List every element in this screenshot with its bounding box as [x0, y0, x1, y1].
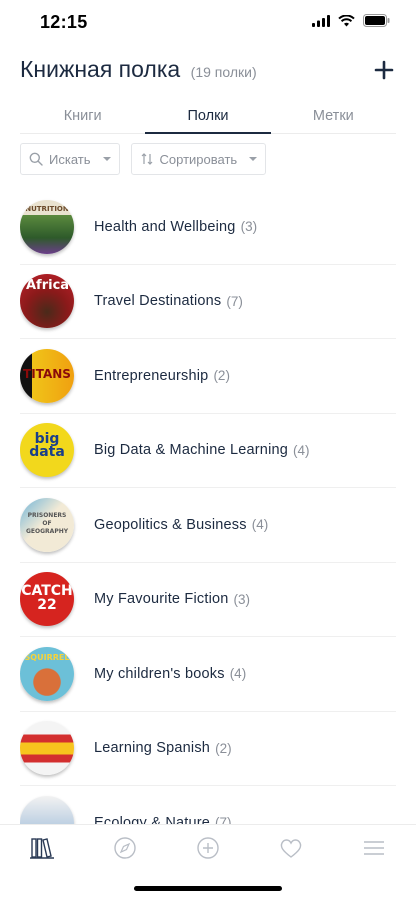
page-title: Книжная полка — [20, 56, 181, 82]
shelf-row[interactable]: TITANS Entrepreneurship (2) — [20, 339, 396, 414]
chevron-down-icon — [102, 157, 111, 161]
shelf-name: My Favourite Fiction — [94, 591, 229, 608]
add-shelf-button[interactable] — [372, 58, 396, 82]
cover-title: Africa — [26, 278, 70, 294]
shelf-row[interactable]: big data Big Data & Machine Learning (4) — [20, 414, 396, 488]
shelf-name: Entrepreneurship — [94, 367, 209, 384]
shelf-row[interactable]: NUTRITION Health and Wellbeing (3) — [20, 190, 396, 265]
shelf-book-count: (2) — [213, 368, 230, 384]
shelf-list: NUTRITION Health and Wellbeing (3) Afric… — [20, 190, 396, 824]
wifi-icon — [338, 14, 355, 26]
shelf-name: Ecology & Nature — [94, 814, 211, 824]
page-header: Книжная полка (19 полки) — [20, 56, 396, 92]
tab-books[interactable]: Книги — [20, 100, 145, 133]
search-button[interactable]: Искать — [20, 143, 120, 175]
battery-icon — [363, 14, 390, 27]
shelf-row[interactable]: SQUIRREL My children's books (4) — [20, 637, 396, 712]
home-indicator — [134, 886, 282, 891]
shelf-cover-image: TITANS — [20, 348, 74, 403]
shelf-book-count: (4) — [251, 517, 269, 533]
shelf-cover-image: big data — [20, 423, 74, 478]
cover-title: NUTRITION — [25, 204, 69, 213]
cover-title: SQUIRREL — [24, 652, 70, 662]
cover-title: PRISONERS OF GEOGRAPHY — [26, 511, 69, 535]
shelf-name: Health and Wellbeing — [94, 218, 236, 235]
shelf-name: Big Data & Machine Learning — [94, 442, 289, 459]
shelf-row[interactable]: CATCH 22 My Favourite Fiction (3) — [20, 563, 396, 637]
shelf-cover-image: CATCH 22 — [20, 572, 74, 627]
shelf-row[interactable]: Africa Travel Destinations (7) — [20, 265, 396, 339]
bottom-tab-bar — [0, 824, 416, 900]
tab-tags[interactable]: Метки — [271, 100, 396, 133]
search-label: Искать — [49, 151, 91, 167]
filter-row: Искать Сортировать — [20, 143, 267, 175]
shelf-cover-image: SQUIRREL — [20, 646, 74, 701]
status-time: 12:15 — [40, 12, 88, 32]
shelf-book-count: (3) — [233, 591, 251, 607]
signal-icon — [312, 14, 330, 27]
shelf-book-count: (4) — [293, 442, 310, 458]
sort-button[interactable]: Сортировать — [130, 143, 267, 175]
tab-bar-top: Книги Полки Метки — [20, 100, 396, 134]
menu-icon[interactable] — [361, 835, 387, 861]
shelf-book-count: (4) — [229, 666, 247, 682]
shelf-name: Geopolitics & Business — [94, 516, 247, 533]
shelf-row[interactable]: Ecology & Nature (7) — [20, 786, 396, 824]
shelf-cover-image — [20, 721, 74, 776]
books-icon[interactable] — [29, 835, 55, 861]
shelf-book-count: (2) — [215, 740, 232, 756]
shelf-name: Learning Spanish — [94, 740, 211, 757]
status-icons — [312, 14, 390, 27]
sort-icon — [141, 153, 152, 165]
chevron-down-icon — [249, 157, 258, 161]
shelf-total-count: (19 полки) — [190, 64, 257, 80]
cover-title: CATCH 22 — [21, 583, 73, 614]
shelf-book-count: (3) — [240, 219, 258, 235]
search-icon — [29, 152, 43, 166]
shelf-name: Travel Destinations — [94, 293, 222, 310]
cover-title: big data — [29, 431, 65, 461]
shelf-name: My children's books — [94, 665, 225, 682]
shelf-cover-image: PRISONERS OF GEOGRAPHY — [20, 497, 74, 552]
shelf-cover-image: Africa — [20, 274, 74, 329]
shelf-row[interactable]: PRISONERS OF GEOGRAPHY Geopolitics & Bus… — [20, 488, 396, 563]
heart-icon[interactable] — [278, 835, 304, 861]
cover-title: TITANS — [23, 366, 71, 381]
compass-icon[interactable] — [112, 835, 138, 861]
shelf-book-count: (7) — [226, 293, 243, 309]
tab-shelves[interactable]: Полки — [145, 100, 271, 134]
sort-label: Сортировать — [159, 151, 238, 167]
shelf-cover-image: NUTRITION — [20, 199, 74, 254]
status-bar: 12:15 — [0, 0, 416, 46]
shelf-cover-image — [20, 795, 74, 824]
shelf-row[interactable]: Learning Spanish (2) — [20, 712, 396, 786]
add-circle-icon[interactable] — [195, 835, 221, 861]
shelf-book-count: (7) — [215, 815, 232, 824]
